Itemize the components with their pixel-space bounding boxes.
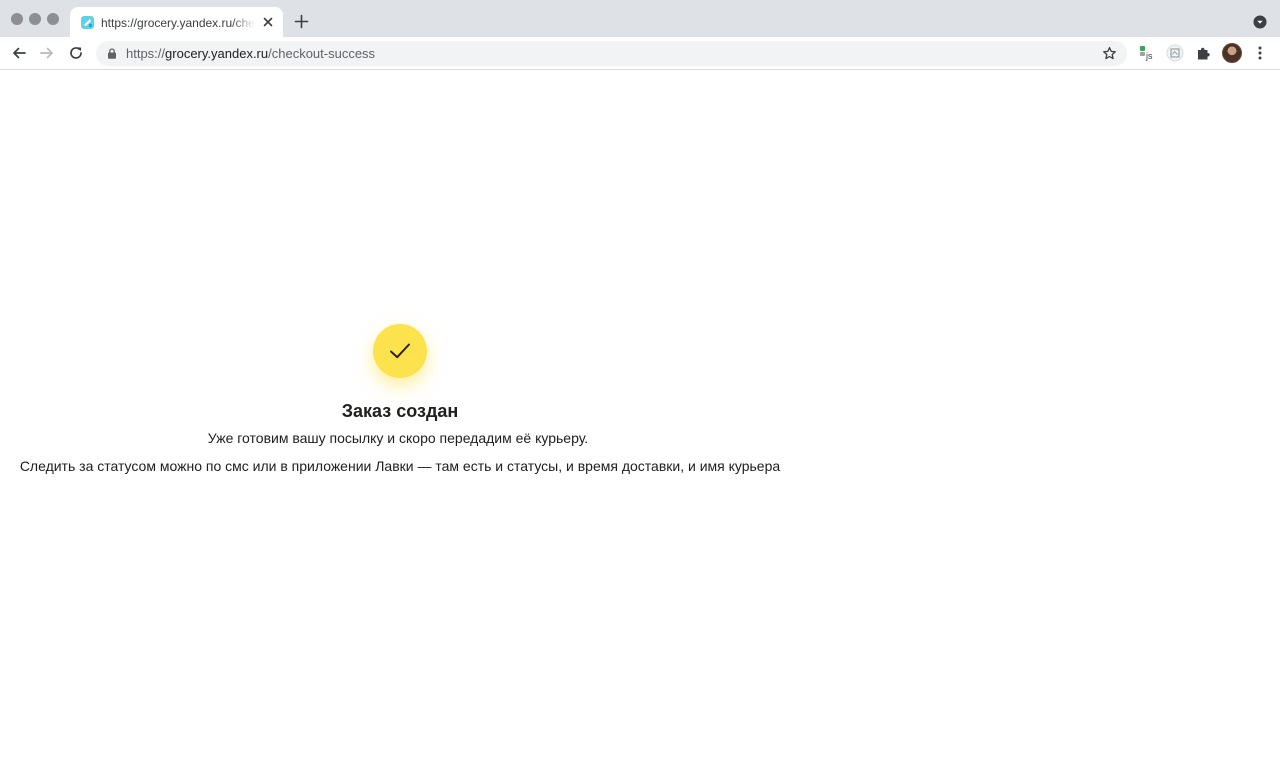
- tracking-note: Следить за статусом можно по смс или в п…: [19, 458, 781, 474]
- checkout-success-page: Заказ создан Уже готовим вашу посылку и …: [0, 71, 800, 780]
- url-text[interactable]: https://grocery.yandex.ru/checkout-succe…: [126, 46, 375, 62]
- yandex-lavka-favicon-icon: [81, 16, 94, 29]
- chevron-down-icon[interactable]: [1253, 15, 1267, 29]
- tab-title: https://grocery.yandex.ru/checkout-succe…: [101, 16, 255, 30]
- address-bar[interactable]: https://grocery.yandex.ru/checkout-succe…: [96, 41, 1127, 66]
- js-extension-icon[interactable]: js: [1138, 44, 1156, 62]
- back-arrow-icon[interactable]: [11, 45, 27, 61]
- window-zoom-button[interactable]: [47, 13, 59, 25]
- browser-tab[interactable]: https://grocery.yandex.ru/checkout-succe…: [70, 7, 283, 37]
- window-minimize-button[interactable]: [29, 13, 41, 25]
- plus-icon[interactable]: [294, 14, 309, 29]
- browser-tab-strip: https://grocery.yandex.ru/checkout-succe…: [0, 0, 1280, 37]
- reload-icon[interactable]: [68, 45, 84, 61]
- lock-icon[interactable]: [107, 48, 117, 59]
- star-icon[interactable]: [1102, 46, 1117, 61]
- svg-text:js: js: [1145, 51, 1153, 61]
- tab-close-icon[interactable]: [261, 15, 275, 29]
- checkmark-icon: [390, 343, 410, 359]
- puzzle-icon[interactable]: [1195, 44, 1213, 62]
- kebab-menu-icon[interactable]: [1255, 45, 1265, 61]
- page-title: Заказ создан: [341, 401, 459, 421]
- url-scheme: https://: [126, 46, 166, 61]
- url-host: grocery.yandex.ru: [165, 46, 269, 61]
- forward-arrow-icon[interactable]: [39, 45, 55, 61]
- success-badge: [373, 324, 427, 378]
- window-close-button[interactable]: [11, 13, 23, 25]
- extension-icon[interactable]: [1166, 44, 1184, 62]
- order-subtitle: Уже готовим вашу посылку и скоро передад…: [207, 430, 589, 446]
- profile-avatar[interactable]: [1222, 43, 1242, 63]
- browser-toolbar: https://grocery.yandex.ru/checkout-succe…: [0, 37, 1280, 70]
- url-path: /checkout-success: [268, 46, 376, 61]
